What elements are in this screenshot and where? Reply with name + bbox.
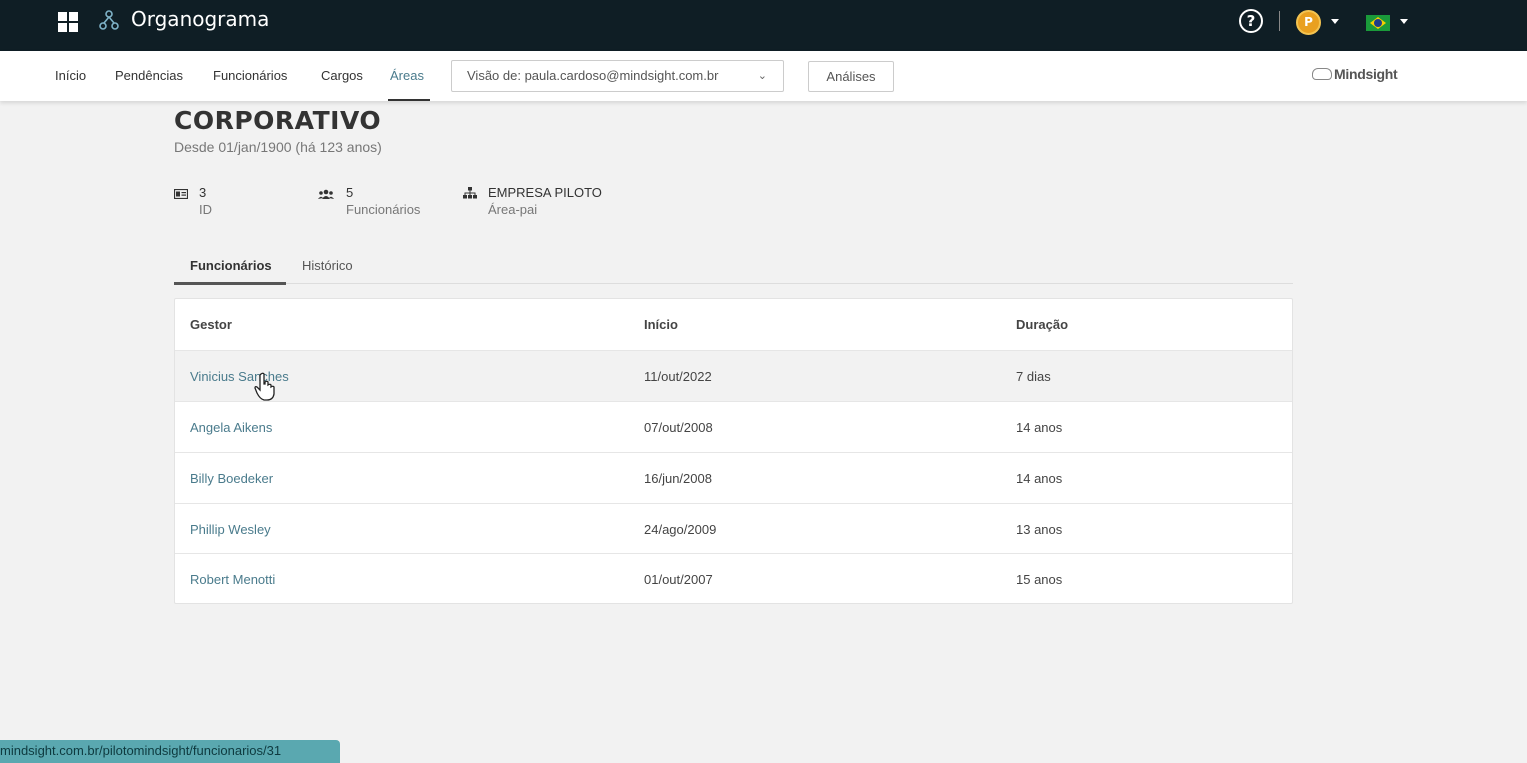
brand-name: Mindsight <box>1334 66 1398 82</box>
start-date: 11/out/2022 <box>644 369 712 384</box>
users-icon <box>318 189 334 199</box>
table-row[interactable]: Billy Boedeker 16/jun/2008 14 anos <box>175 452 1292 503</box>
duration: 7 dias <box>1016 369 1051 384</box>
tabs-divider <box>174 283 1293 284</box>
nav-item-inicio[interactable]: Início <box>55 68 86 83</box>
duration: 14 anos <box>1016 420 1063 435</box>
view-as-label: Visão de: paula.cardoso@mindsight.com.br <box>467 68 719 83</box>
user-menu-caret-icon[interactable] <box>1331 19 1339 24</box>
page-title: CORPORATIVO <box>174 106 382 135</box>
duration: 14 anos <box>1016 471 1063 486</box>
hierarchy-icon <box>463 187 477 199</box>
table-row[interactable]: Robert Menotti 01/out/2007 15 anos <box>175 553 1292 604</box>
info-value: 5 <box>346 185 354 200</box>
duration: 15 anos <box>1016 572 1063 587</box>
top-bar: Organograma ? P <box>0 0 1527 51</box>
info-label: Funcionários <box>346 202 421 217</box>
tab-historico[interactable]: Histórico <box>302 258 353 273</box>
duration: 13 anos <box>1016 522 1063 537</box>
start-date: 07/out/2008 <box>644 420 713 435</box>
info-label: ID <box>199 202 212 217</box>
org-chart-icon <box>99 10 119 30</box>
tab-active-indicator <box>174 282 286 285</box>
start-date: 16/jun/2008 <box>644 471 712 486</box>
manager-link[interactable]: Billy Boedeker <box>190 471 273 486</box>
table-row[interactable]: Angela Aikens 07/out/2008 14 anos <box>175 401 1292 452</box>
info-value: EMPRESA PILOTO <box>488 185 602 200</box>
nav-item-areas[interactable]: Áreas <box>390 68 424 83</box>
view-as-select[interactable]: Visão de: paula.cardoso@mindsight.com.br… <box>451 60 784 92</box>
column-header-inicio[interactable]: Início <box>644 317 678 332</box>
start-date: 24/ago/2009 <box>644 522 717 537</box>
manager-link[interactable]: Phillip Wesley <box>190 522 271 537</box>
page-subtitle: Desde 01/jan/1900 (há 123 anos) <box>174 139 382 155</box>
nav-item-cargos[interactable]: Cargos <box>321 68 363 83</box>
id-card-icon <box>174 189 188 199</box>
nav-item-funcionarios[interactable]: Funcionários <box>213 68 287 83</box>
tab-funcionarios[interactable]: Funcionários <box>190 258 272 273</box>
status-bar-url: mindsight.com.br/pilotomindsight/funcion… <box>0 740 340 763</box>
user-avatar[interactable]: P <box>1296 10 1321 35</box>
analises-button[interactable]: Análises <box>808 61 894 92</box>
column-header-duracao[interactable]: Duração <box>1016 317 1068 332</box>
table-row[interactable]: Phillip Wesley 24/ago/2009 13 anos <box>175 503 1292 554</box>
app-title[interactable]: Organograma <box>131 7 269 31</box>
divider <box>1279 11 1280 31</box>
manager-link[interactable]: Angela Aikens <box>190 420 272 435</box>
brain-icon <box>1312 68 1332 80</box>
nav-bar: Início Pendências Funcionários Cargos Ár… <box>0 51 1527 101</box>
apps-grid-icon[interactable] <box>58 12 78 32</box>
language-menu-caret-icon[interactable] <box>1400 19 1408 24</box>
table-row[interactable]: Vinicius Sanches 11/out/2022 7 dias <box>175 350 1292 401</box>
info-label: Área-pai <box>488 202 538 217</box>
manager-link[interactable]: Robert Menotti <box>190 572 275 587</box>
nav-active-indicator <box>388 99 430 101</box>
chevron-down-icon: ⌄ <box>757 70 767 82</box>
info-value: 3 <box>199 185 207 200</box>
brazil-flag-icon[interactable] <box>1366 15 1390 31</box>
column-header-gestor[interactable]: Gestor <box>190 317 232 332</box>
brand-logo: Mindsight <box>1312 66 1398 82</box>
nav-item-pendencias[interactable]: Pendências <box>115 68 183 83</box>
managers-table: Gestor Início Duração Vinicius Sanches 1… <box>174 298 1293 604</box>
help-icon[interactable]: ? <box>1239 9 1263 33</box>
start-date: 01/out/2007 <box>644 572 713 587</box>
hand-cursor-icon <box>254 372 275 401</box>
